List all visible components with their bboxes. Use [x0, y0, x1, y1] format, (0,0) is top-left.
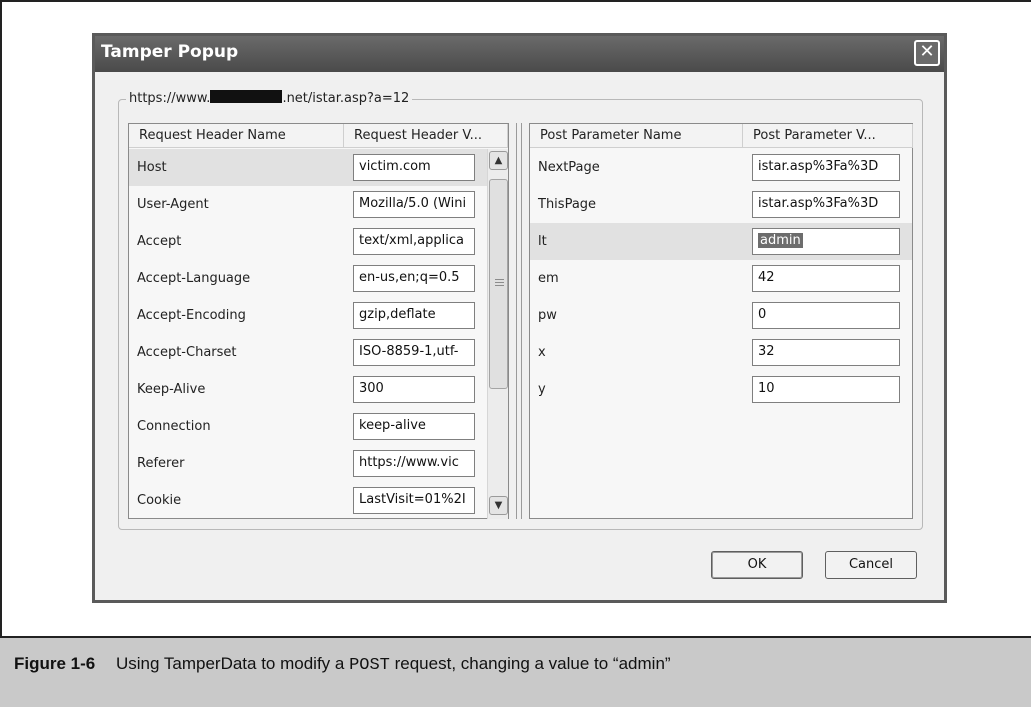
header-value-input[interactable]: keep-alive	[353, 413, 475, 440]
request-url: https://www. .net/istar.asp?a=12	[126, 90, 413, 106]
caption-text: Using TamperData to modify a POST reques…	[116, 654, 671, 675]
post-param-value-input[interactable]: 0	[752, 302, 900, 329]
vertical-scrollbar[interactable]: ▲ ▼	[487, 149, 508, 519]
post-param-name: y	[538, 382, 546, 397]
post-param-name: x	[538, 345, 546, 360]
header-name: Keep-Alive	[137, 382, 206, 397]
header-row[interactable]: Accept text/xml,applica	[129, 223, 487, 260]
url-prefix: https://www.	[129, 91, 211, 106]
header-name: Cookie	[137, 493, 182, 508]
scroll-up-button[interactable]: ▲	[489, 151, 508, 170]
header-row[interactable]: Accept-Charset ISO-8859-1,utf-	[129, 334, 487, 371]
post-param-value-input[interactable]: admin	[752, 228, 900, 255]
ok-button[interactable]: OK	[711, 551, 803, 579]
selected-text: admin	[758, 233, 803, 248]
close-icon: ✕	[919, 41, 935, 62]
column-header-post-parameter-name[interactable]: Post Parameter Name	[530, 124, 743, 148]
post-param-row[interactable]: ThisPage istar.asp%3Fa%3D	[530, 186, 912, 223]
panel-splitter[interactable]	[512, 123, 526, 519]
header-value-input[interactable]: LastVisit=01%2I	[353, 487, 475, 514]
post-param-row[interactable]: NextPage istar.asp%3Fa%3D	[530, 149, 912, 186]
header-row[interactable]: Cookie LastVisit=01%2I	[129, 482, 487, 519]
title-bar[interactable]: Tamper Popup ✕	[95, 36, 944, 72]
header-value-input[interactable]: https://www.vic	[353, 450, 475, 477]
header-row[interactable]: Keep-Alive 300	[129, 371, 487, 408]
header-name: Accept	[137, 234, 182, 249]
post-param-name: lt	[538, 234, 547, 249]
header-row[interactable]: Referer https://www.vic	[129, 445, 487, 482]
grip-line	[495, 285, 504, 286]
post-param-row[interactable]: em 42	[530, 260, 912, 297]
post-param-name: pw	[538, 308, 557, 323]
header-value-input[interactable]: victim.com	[353, 154, 475, 181]
splitter-line	[516, 123, 517, 519]
grip-line	[495, 279, 504, 280]
header-value-input[interactable]: gzip,deflate	[353, 302, 475, 329]
header-row[interactable]: Connection keep-alive	[129, 408, 487, 445]
redacted-domain	[210, 90, 283, 103]
header-row[interactable]: Accept-Encoding gzip,deflate	[129, 297, 487, 334]
header-name: Connection	[137, 419, 211, 434]
post-param-value-input[interactable]: istar.asp%3Fa%3D	[752, 154, 900, 181]
post-param-value-input[interactable]: 42	[752, 265, 900, 292]
scroll-thumb[interactable]	[489, 179, 508, 389]
post-param-name: NextPage	[538, 160, 600, 175]
chevron-down-icon: ▼	[494, 500, 503, 511]
post-param-row-selected[interactable]: lt admin	[530, 223, 912, 260]
header-name: Host	[137, 160, 167, 175]
header-value-input[interactable]: ISO-8859-1,utf-	[353, 339, 475, 366]
scroll-down-button[interactable]: ▼	[489, 496, 508, 515]
post-param-value-input[interactable]: istar.asp%3Fa%3D	[752, 191, 900, 218]
figure-number: Figure 1-6	[14, 654, 96, 673]
header-name: Accept-Language	[137, 271, 251, 286]
header-name: Referer	[137, 456, 185, 471]
cancel-button[interactable]: Cancel	[825, 551, 917, 579]
header-value-input[interactable]: Mozilla/5.0 (Wini	[353, 191, 475, 218]
header-row[interactable]: User-Agent Mozilla/5.0 (Wini	[129, 186, 487, 223]
header-value-input[interactable]: en-us,en;q=0.5	[353, 265, 475, 292]
splitter-line	[521, 123, 522, 519]
column-header-request-header-value[interactable]: Request Header V...	[344, 124, 508, 148]
column-header-request-header-name[interactable]: Request Header Name	[129, 124, 344, 148]
header-row[interactable]: Host victim.com	[129, 149, 487, 186]
url-suffix: .net/istar.asp?a=12	[282, 91, 410, 106]
header-value-input[interactable]: 300	[353, 376, 475, 403]
header-value-input[interactable]: text/xml,applica	[353, 228, 475, 255]
header-name: User-Agent	[137, 197, 209, 212]
post-param-row[interactable]: pw 0	[530, 297, 912, 334]
header-row[interactable]: Accept-Language en-us,en;q=0.5	[129, 260, 487, 297]
grip-line	[495, 282, 504, 283]
caption-code: POST	[349, 656, 390, 675]
window-title: Tamper Popup	[101, 42, 239, 62]
caption-part-before: Using TamperData to modify a	[116, 654, 350, 673]
chevron-up-icon: ▲	[494, 155, 503, 166]
post-param-value-input[interactable]: 32	[752, 339, 900, 366]
column-header-post-parameter-value[interactable]: Post Parameter V...	[743, 124, 913, 148]
post-param-row[interactable]: x 32	[530, 334, 912, 371]
post-param-row[interactable]: y 10	[530, 371, 912, 408]
post-param-value-input[interactable]: 10	[752, 376, 900, 403]
caption-part-after: request, changing a value to “admin”	[389, 654, 671, 673]
post-param-name: em	[538, 271, 559, 286]
close-button[interactable]: ✕	[914, 40, 940, 66]
request-headers-table: Request Header Name Request Header V... …	[128, 123, 509, 519]
figure-caption: Figure 1-6 Using TamperData to modify a …	[0, 636, 1031, 707]
post-param-name: ThisPage	[538, 197, 597, 212]
header-name: Accept-Encoding	[137, 308, 246, 323]
header-name: Accept-Charset	[137, 345, 237, 360]
post-parameters-table: Post Parameter Name Post Parameter V... …	[529, 123, 913, 519]
